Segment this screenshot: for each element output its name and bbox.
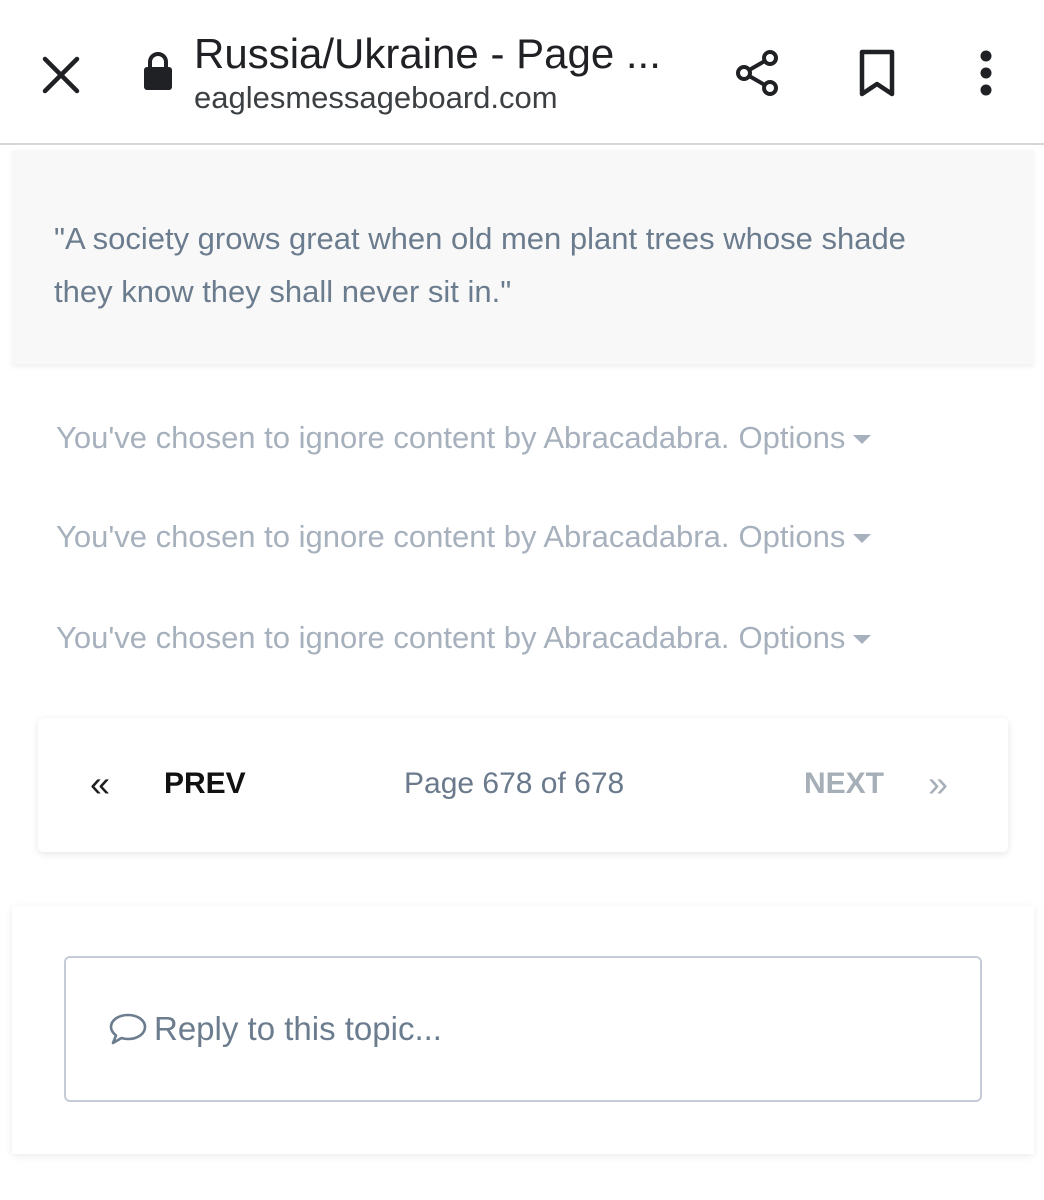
prev-button[interactable]: PREV: [164, 764, 246, 804]
ignored-post-notice: You've chosen to ignore content by Abrac…: [56, 620, 872, 656]
address-bar[interactable]: Russia/Ukraine - Page ... eaglesmessageb…: [194, 28, 684, 118]
browser-toolbar: Russia/Ukraine - Page ... eaglesmessageb…: [0, 0, 1044, 145]
caret-down-icon: [853, 533, 872, 543]
options-label: Options: [738, 519, 846, 554]
signature-quote: "A society grows great when old men plan…: [12, 150, 1034, 364]
options-dropdown[interactable]: Options: [738, 519, 872, 555]
ignored-message: You've chosen to ignore content by Abrac…: [56, 620, 730, 655]
close-icon[interactable]: [30, 44, 92, 106]
bookmark-icon[interactable]: [846, 40, 908, 106]
options-dropdown[interactable]: Options: [738, 620, 872, 656]
next-button: NEXT: [804, 767, 885, 800]
reply-section: Reply to this topic...: [12, 906, 1034, 1154]
options-label: Options: [738, 420, 846, 455]
caret-down-icon: [853, 634, 872, 644]
reply-input[interactable]: Reply to this topic...: [64, 956, 982, 1102]
quote-text: "A society grows great when old men plan…: [54, 221, 906, 309]
first-page-icon[interactable]: «: [90, 764, 110, 804]
page-title: Russia/Ukraine - Page ...: [194, 30, 661, 77]
page-info[interactable]: Page 678 of 678: [404, 764, 624, 804]
more-vert-icon[interactable]: [956, 40, 1016, 106]
reply-placeholder: Reply to this topic...: [154, 1010, 442, 1047]
caret-down-icon: [853, 434, 872, 444]
ignored-post-notice: You've chosen to ignore content by Abrac…: [56, 519, 872, 555]
options-dropdown[interactable]: Options: [738, 420, 872, 456]
ignored-post-notice: You've chosen to ignore content by Abrac…: [56, 420, 872, 456]
last-page-icon: »: [928, 763, 949, 804]
comment-icon: [108, 1011, 148, 1047]
ignored-message: You've chosen to ignore content by Abrac…: [56, 420, 730, 455]
share-icon[interactable]: [724, 40, 790, 106]
options-label: Options: [738, 620, 846, 655]
ignored-message: You've chosen to ignore content by Abrac…: [56, 519, 730, 554]
page-url: eaglesmessageboard.com: [194, 80, 558, 115]
pagination: « PREV Page 678 of 678 NEXT »: [38, 718, 1008, 852]
lock-icon: [140, 48, 176, 94]
